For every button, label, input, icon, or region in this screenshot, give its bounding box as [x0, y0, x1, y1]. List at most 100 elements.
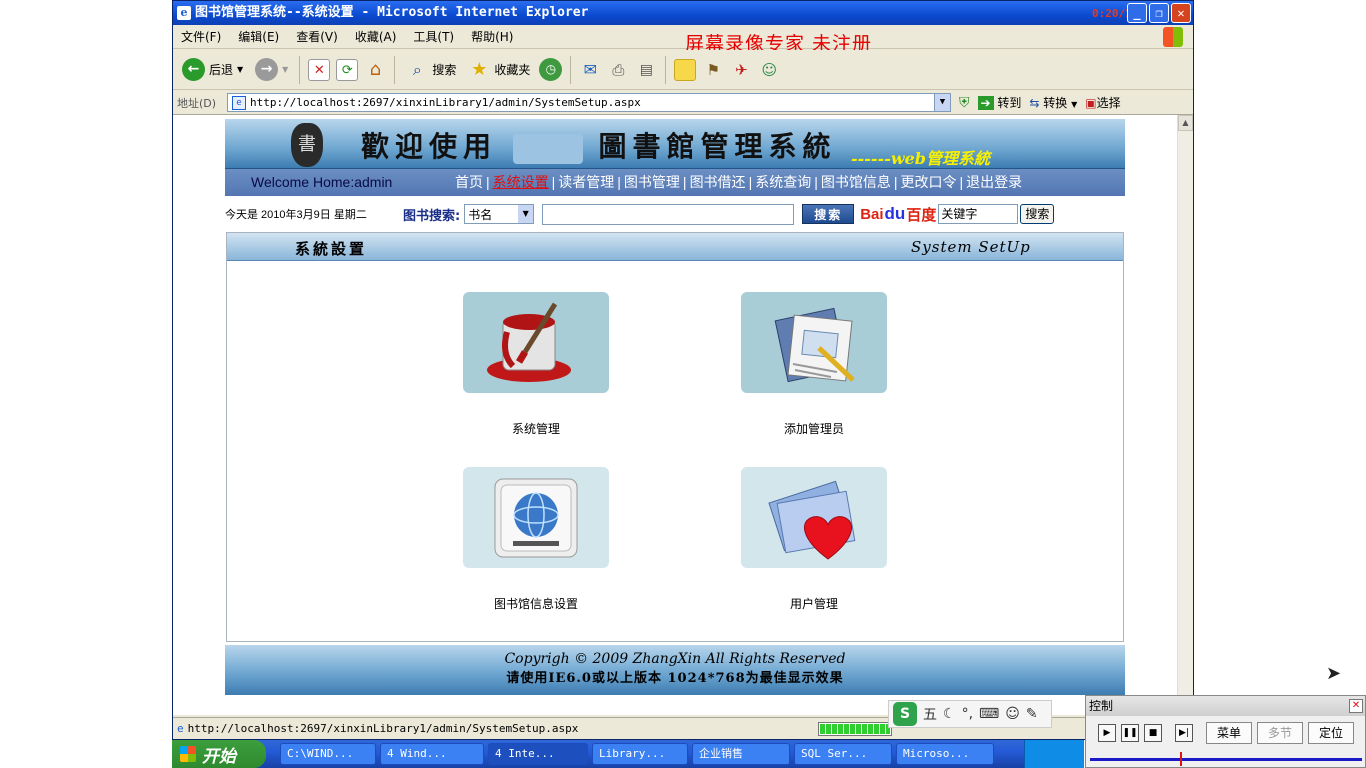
- task-internet-explorer[interactable]: 4 Inte...: [488, 743, 588, 765]
- nav-home[interactable]: 首页: [455, 169, 483, 196]
- keyboard-icon[interactable]: ⌨: [979, 706, 999, 722]
- menu-tools[interactable]: 工具(T): [413, 28, 454, 45]
- go-button[interactable]: ➔ 转到: [977, 94, 1021, 111]
- user-icon[interactable]: ☺: [1005, 706, 1020, 722]
- select-button[interactable]: ▣选择: [1085, 94, 1120, 111]
- task-windows-explorer[interactable]: 4 Wind...: [380, 743, 484, 765]
- book-search-input[interactable]: [542, 203, 795, 225]
- tile-library-info-setup[interactable]: [463, 467, 609, 568]
- task-cmd[interactable]: C:\WIND...: [280, 743, 376, 765]
- seal-logo: 書: [291, 123, 323, 167]
- tile-add-admin[interactable]: [741, 292, 887, 393]
- title-bar[interactable]: e 图书馆管理系统--系统设置 - Microsoft Internet Exp…: [173, 1, 1193, 25]
- tile-system-management[interactable]: [463, 292, 609, 393]
- nav-book-management[interactable]: 图书管理: [624, 169, 680, 196]
- close-button[interactable]: ✕: [1171, 3, 1191, 23]
- favorites-button[interactable]: ★ 收藏夹: [465, 55, 533, 85]
- search-bar: 今天是 2010年3月9日 星期二 图书搜索: 书名 ▼ 搜索 Bai du 百度 …: [225, 200, 1125, 228]
- baidu-paw-icon: du: [884, 204, 906, 223]
- globe-monitor-icon: [494, 478, 578, 558]
- wrench-icon[interactable]: ✎: [1026, 706, 1038, 722]
- convert-icon: ⇆: [1029, 96, 1040, 110]
- play-icon[interactable]: ▶: [1098, 724, 1116, 742]
- page-icon: e: [177, 722, 184, 735]
- page-footer: Copyrigh © 2009 ZhangXin All Rights Rese…: [225, 645, 1125, 695]
- minimize-button[interactable]: _: [1127, 3, 1147, 23]
- timeline-marker[interactable]: [1180, 752, 1182, 766]
- home-icon[interactable]: ⌂: [364, 59, 386, 81]
- print-icon[interactable]: ⎙: [607, 59, 629, 81]
- ie-icon: e: [177, 6, 191, 20]
- book-search-button[interactable]: 搜索: [802, 204, 855, 224]
- tile-label-system-management[interactable]: 系统管理: [436, 420, 636, 437]
- vertical-scrollbar[interactable]: ▲: [1177, 115, 1193, 715]
- browser-window: e 图书馆管理系统--系统设置 - Microsoft Internet Exp…: [172, 0, 1194, 740]
- next-icon[interactable]: ▶|: [1175, 724, 1193, 742]
- users-icon[interactable]: ☺: [758, 59, 780, 81]
- moon-icon[interactable]: ☾: [943, 706, 956, 722]
- current-date: 今天是 2010年3月9日 星期二: [225, 209, 367, 221]
- edit-icon[interactable]: ▤: [635, 59, 657, 81]
- control-close-icon[interactable]: ✕: [1349, 699, 1363, 713]
- ime-mode[interactable]: 五: [923, 704, 937, 724]
- control-menu-button[interactable]: 菜单: [1206, 722, 1253, 744]
- search-button[interactable]: ⌕ 搜索: [403, 55, 459, 85]
- nav-logout[interactable]: 退出登录: [966, 169, 1022, 196]
- back-button[interactable]: ← 后退 ▼: [179, 55, 246, 85]
- messenger-icon[interactable]: ✈: [730, 59, 752, 81]
- tile-user-management[interactable]: [741, 467, 887, 568]
- stop-icon[interactable]: ✕: [308, 58, 331, 81]
- status-url: http://localhost:2697/xinxinLibrary1/adm…: [187, 722, 579, 735]
- punctuation-icon[interactable]: °,: [962, 706, 973, 722]
- tile-label-library-info-setup[interactable]: 图书馆信息设置: [436, 595, 636, 612]
- task-sql-server[interactable]: SQL Ser...: [794, 743, 892, 765]
- address-input[interactable]: e http://localhost:2697/xinxinLibrary1/a…: [227, 93, 951, 112]
- tile-label-add-admin[interactable]: 添加管理员: [714, 420, 914, 437]
- scroll-up-icon[interactable]: ▲: [1178, 115, 1193, 131]
- nav-system-setup[interactable]: 系统设置: [493, 169, 549, 196]
- window-controls: _ ❐ ✕: [1127, 3, 1191, 23]
- menu-help[interactable]: 帮助(H): [471, 28, 513, 45]
- research-icon[interactable]: ⚑: [702, 59, 724, 81]
- chevron-down-icon[interactable]: ▼: [934, 94, 950, 111]
- shield-icon[interactable]: ⛨: [959, 95, 970, 111]
- nav-system-query[interactable]: 系统查询: [755, 169, 811, 196]
- maximize-button[interactable]: ❐: [1149, 3, 1169, 23]
- forward-button[interactable]: → ▼: [252, 55, 291, 85]
- playback-timeline[interactable]: [1090, 752, 1362, 766]
- page-icon: e: [232, 95, 246, 110]
- task-library[interactable]: Library...: [592, 743, 688, 765]
- refresh-icon[interactable]: ⟳: [336, 58, 359, 81]
- control-locate-button[interactable]: 定位: [1308, 722, 1355, 744]
- baidu-search-button[interactable]: 搜索: [1020, 204, 1055, 224]
- note-icon[interactable]: [674, 58, 697, 81]
- task-microsoft[interactable]: Microso...: [896, 743, 994, 765]
- toolbar-separator: [299, 55, 301, 84]
- nav-borrow-return[interactable]: 图书借还: [690, 169, 746, 196]
- system-tray[interactable]: [1024, 740, 1084, 768]
- start-button[interactable]: 开始: [172, 740, 266, 768]
- menu-edit[interactable]: 编辑(E): [238, 28, 279, 45]
- tile-label-user-management[interactable]: 用户管理: [714, 595, 914, 612]
- stop-icon[interactable]: ■: [1144, 724, 1162, 742]
- mail-icon[interactable]: ✉: [579, 59, 601, 81]
- select-icon: ▣: [1085, 96, 1097, 110]
- menu-favorites[interactable]: 收藏(A): [355, 28, 397, 45]
- nav-change-password[interactable]: 更改口令: [900, 169, 956, 196]
- toolbar-separator: [665, 55, 667, 84]
- nav-reader-management[interactable]: 读者管理: [558, 169, 614, 196]
- footer-notice: 请使用IE6.0或以上版本 1024*768为最佳显示效果: [506, 671, 844, 686]
- task-enterprise-sales[interactable]: 企业销售: [692, 743, 790, 765]
- history-icon[interactable]: ◷: [539, 58, 563, 81]
- nav-links: 首页 | 系统设置 | 读者管理 | 图书管理 | 图书借还 | 系统查询 | 图书馆信息 |…: [455, 169, 1022, 196]
- nav-library-info[interactable]: 图书馆信息: [821, 169, 891, 196]
- baidu-search-input[interactable]: 关键字: [938, 204, 1019, 224]
- sogou-icon[interactable]: S: [893, 702, 917, 726]
- paint-bucket-icon: [487, 302, 571, 382]
- menu-file[interactable]: 文件(F): [181, 28, 221, 45]
- menu-bar: 文件(F) 编辑(E) 查看(V) 收藏(A) 工具(T) 帮助(H): [173, 25, 1193, 49]
- convert-button[interactable]: ⇆ 转换 ▼: [1029, 94, 1077, 111]
- search-field-select[interactable]: 书名 ▼: [464, 204, 535, 224]
- menu-view[interactable]: 查看(V): [296, 28, 338, 45]
- pause-icon[interactable]: ❚❚: [1121, 724, 1139, 742]
